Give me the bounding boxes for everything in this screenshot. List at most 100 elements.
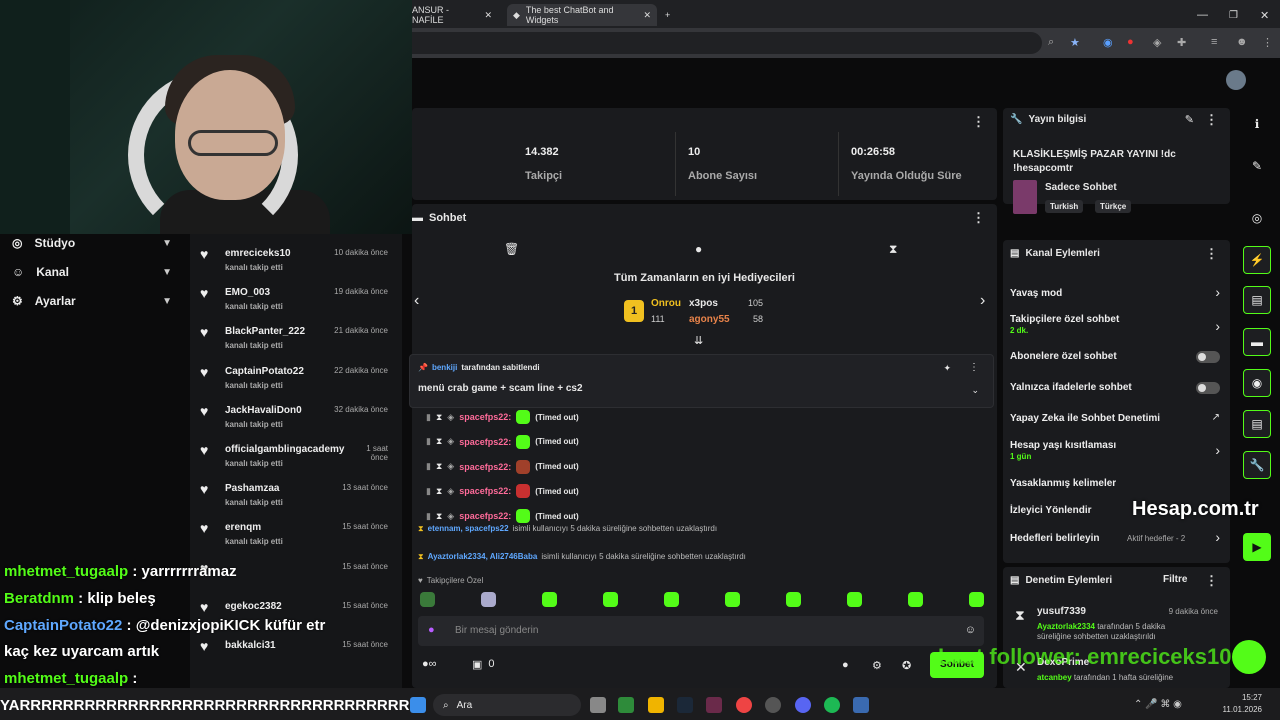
taskbar-search[interactable]: ⌕ Ara: [433, 694, 581, 716]
chat-message[interactable]: ▮ ⧗ ◈ spacefps22: (Timed out): [426, 484, 579, 499]
scroll-down-icon[interactable]: ⇊: [694, 334, 703, 347]
more-icon[interactable]: ⋮: [1205, 573, 1218, 589]
new-tab-button[interactable]: +: [665, 4, 670, 26]
browser-tab-active[interactable]: ◆ The best ChatBot and Widgets ✕: [507, 4, 657, 26]
more-icon[interactable]: ⋮: [969, 362, 979, 373]
pin-icon[interactable]: ✦: [943, 363, 951, 374]
puzzle-icon[interactable]: ✚: [1177, 36, 1186, 49]
follower-name[interactable]: officialgamblingacademy: [225, 444, 344, 455]
wrench-icon[interactable]: 🔧: [1243, 451, 1271, 479]
zoom-icon[interactable]: ⌕: [1048, 36, 1054, 49]
toggle-switch[interactable]: [1196, 382, 1220, 394]
trash-icon[interactable]: ▮: [426, 511, 431, 522]
edit-icon[interactable]: ✎: [1243, 152, 1271, 180]
chevron-down-icon[interactable]: ⌄: [971, 385, 979, 396]
action-followers-only[interactable]: Takipçilere özel sohbet: [1010, 314, 1119, 325]
more-icon[interactable]: ⋮: [972, 210, 985, 226]
nav-channel[interactable]: ☺ Kanal: [12, 265, 69, 279]
nav-studio[interactable]: ◎ Stüdyo: [12, 236, 75, 250]
avatar[interactable]: [1226, 70, 1246, 90]
media-icon[interactable]: ≡: [1211, 36, 1217, 48]
chat-username[interactable]: spacefps22:: [459, 486, 511, 496]
date[interactable]: 11.01.2026: [1214, 705, 1262, 714]
emote-icon[interactable]: [542, 592, 557, 607]
app-icon[interactable]: [706, 697, 722, 713]
follower-name[interactable]: erenqm: [225, 522, 261, 533]
chevron-right-icon[interactable]: ›: [980, 292, 985, 310]
star-icon[interactable]: ★: [1070, 36, 1080, 49]
nav-settings[interactable]: ⚙ Ayarlar: [12, 294, 76, 308]
emote-icon[interactable]: [664, 592, 679, 607]
hourglass-icon[interactable]: ⧗: [436, 436, 442, 447]
spotify-icon[interactable]: [824, 697, 840, 713]
chevron-down-icon[interactable]: ▼: [162, 267, 172, 278]
address-input[interactable]: [412, 32, 1042, 54]
chevron-down-icon[interactable]: ▼: [162, 296, 172, 307]
document-icon[interactable]: ▤: [1243, 286, 1271, 314]
action-slow-mode[interactable]: Yavaş mod: [1010, 288, 1062, 299]
task-view-icon[interactable]: [590, 697, 606, 713]
chat-icon[interactable]: ▬: [1243, 328, 1271, 356]
action-emotes-only[interactable]: Yalnızca ifadelerle sohbet: [1010, 382, 1132, 393]
chrome-icon[interactable]: [736, 697, 752, 713]
external-link-icon[interactable]: ↗: [1212, 412, 1220, 423]
trash-icon[interactable]: ▮: [426, 486, 431, 497]
action-banned-words[interactable]: Yasaklanmış kelimeler: [1010, 478, 1116, 489]
broadcast-icon[interactable]: ◉: [1243, 369, 1271, 397]
action-account-age[interactable]: Hesap yaşı kısıtlaması: [1010, 440, 1116, 451]
hourglass-icon[interactable]: ⧗: [436, 461, 442, 472]
trash-icon[interactable]: ▮: [426, 412, 431, 423]
chevron-right-icon[interactable]: ›: [1215, 284, 1220, 300]
lightning-icon[interactable]: ⚡: [1243, 246, 1271, 274]
filter-button[interactable]: Filtre: [1163, 574, 1187, 585]
follower-name[interactable]: CaptainPotato22: [225, 366, 304, 377]
hourglass-icon[interactable]: ⧗: [436, 412, 442, 423]
extension-icon[interactable]: ●: [1127, 36, 1134, 48]
follower-name[interactable]: emreciceks10: [225, 248, 291, 259]
trash-icon[interactable]: 🗑: [504, 242, 519, 256]
clock[interactable]: 15:27: [1224, 693, 1262, 702]
chat-settings-icon[interactable]: ●: [842, 659, 849, 671]
follower-name[interactable]: EMO_003: [225, 287, 270, 298]
emote-icon[interactable]: [603, 592, 618, 607]
category-name[interactable]: Sadece Sohbet: [1045, 182, 1117, 193]
chevron-down-icon[interactable]: ▼: [162, 238, 172, 249]
mod-target-user[interactable]: yusuf7339: [1037, 606, 1086, 617]
clip-icon[interactable]: ▶: [1243, 533, 1271, 561]
emote-icon[interactable]: [786, 592, 801, 607]
follower-name[interactable]: JackHavaliDon0: [225, 405, 302, 416]
emote-icon[interactable]: [481, 592, 496, 607]
follower-name[interactable]: Pashamzaa: [225, 483, 279, 494]
discord-icon[interactable]: [795, 697, 811, 713]
more-icon[interactable]: ⋮: [972, 114, 985, 130]
chevron-right-icon[interactable]: ›: [1215, 318, 1220, 334]
microphone-icon[interactable]: ●: [428, 624, 435, 636]
hourglass-icon[interactable]: ⧗: [436, 511, 442, 522]
follower-name[interactable]: BlackPanter_222: [225, 326, 305, 337]
extension-icon[interactable]: ◈: [1153, 36, 1161, 49]
chevron-right-icon[interactable]: ›: [1215, 442, 1220, 458]
edit-icon[interactable]: ✎: [1185, 113, 1194, 126]
minimize-icon[interactable]: —: [1197, 4, 1208, 26]
browser-tab[interactable]: ANSUR - NAFİLE ✕: [412, 4, 492, 26]
chevron-left-icon[interactable]: ‹: [414, 292, 419, 310]
chat-username[interactable]: spacefps22:: [459, 412, 511, 422]
tray-icons[interactable]: ⌃ 🎤 ⌘ ◉: [1134, 699, 1182, 710]
chat-message[interactable]: ▮ ⧗ ◈ spacefps22: (Timed out): [426, 509, 579, 524]
more-icon[interactable]: ⋮: [1205, 112, 1218, 128]
emoji-icon[interactable]: ☺: [965, 624, 976, 636]
hourglass-icon[interactable]: ⧗: [889, 242, 897, 257]
trash-icon[interactable]: ▮: [426, 436, 431, 447]
app-icon[interactable]: [853, 697, 869, 713]
emote-icon[interactable]: [420, 592, 435, 607]
chat-message[interactable]: ▮ ⧗ ◈ spacefps22: (Timed out): [426, 410, 579, 424]
maximize-icon[interactable]: ❐: [1229, 4, 1238, 26]
xbox-icon[interactable]: [618, 697, 634, 713]
follower-name[interactable]: egekoc2382: [225, 601, 282, 612]
action-subscribers-only[interactable]: Abonelere özel sohbet: [1010, 351, 1117, 362]
follower-name[interactable]: bakkalci31: [225, 640, 276, 651]
trash-icon[interactable]: ▮: [426, 461, 431, 472]
menu-icon[interactable]: ⋮: [1262, 36, 1273, 49]
emote-icon[interactable]: [908, 592, 923, 607]
close-icon[interactable]: ✕: [1260, 4, 1269, 26]
